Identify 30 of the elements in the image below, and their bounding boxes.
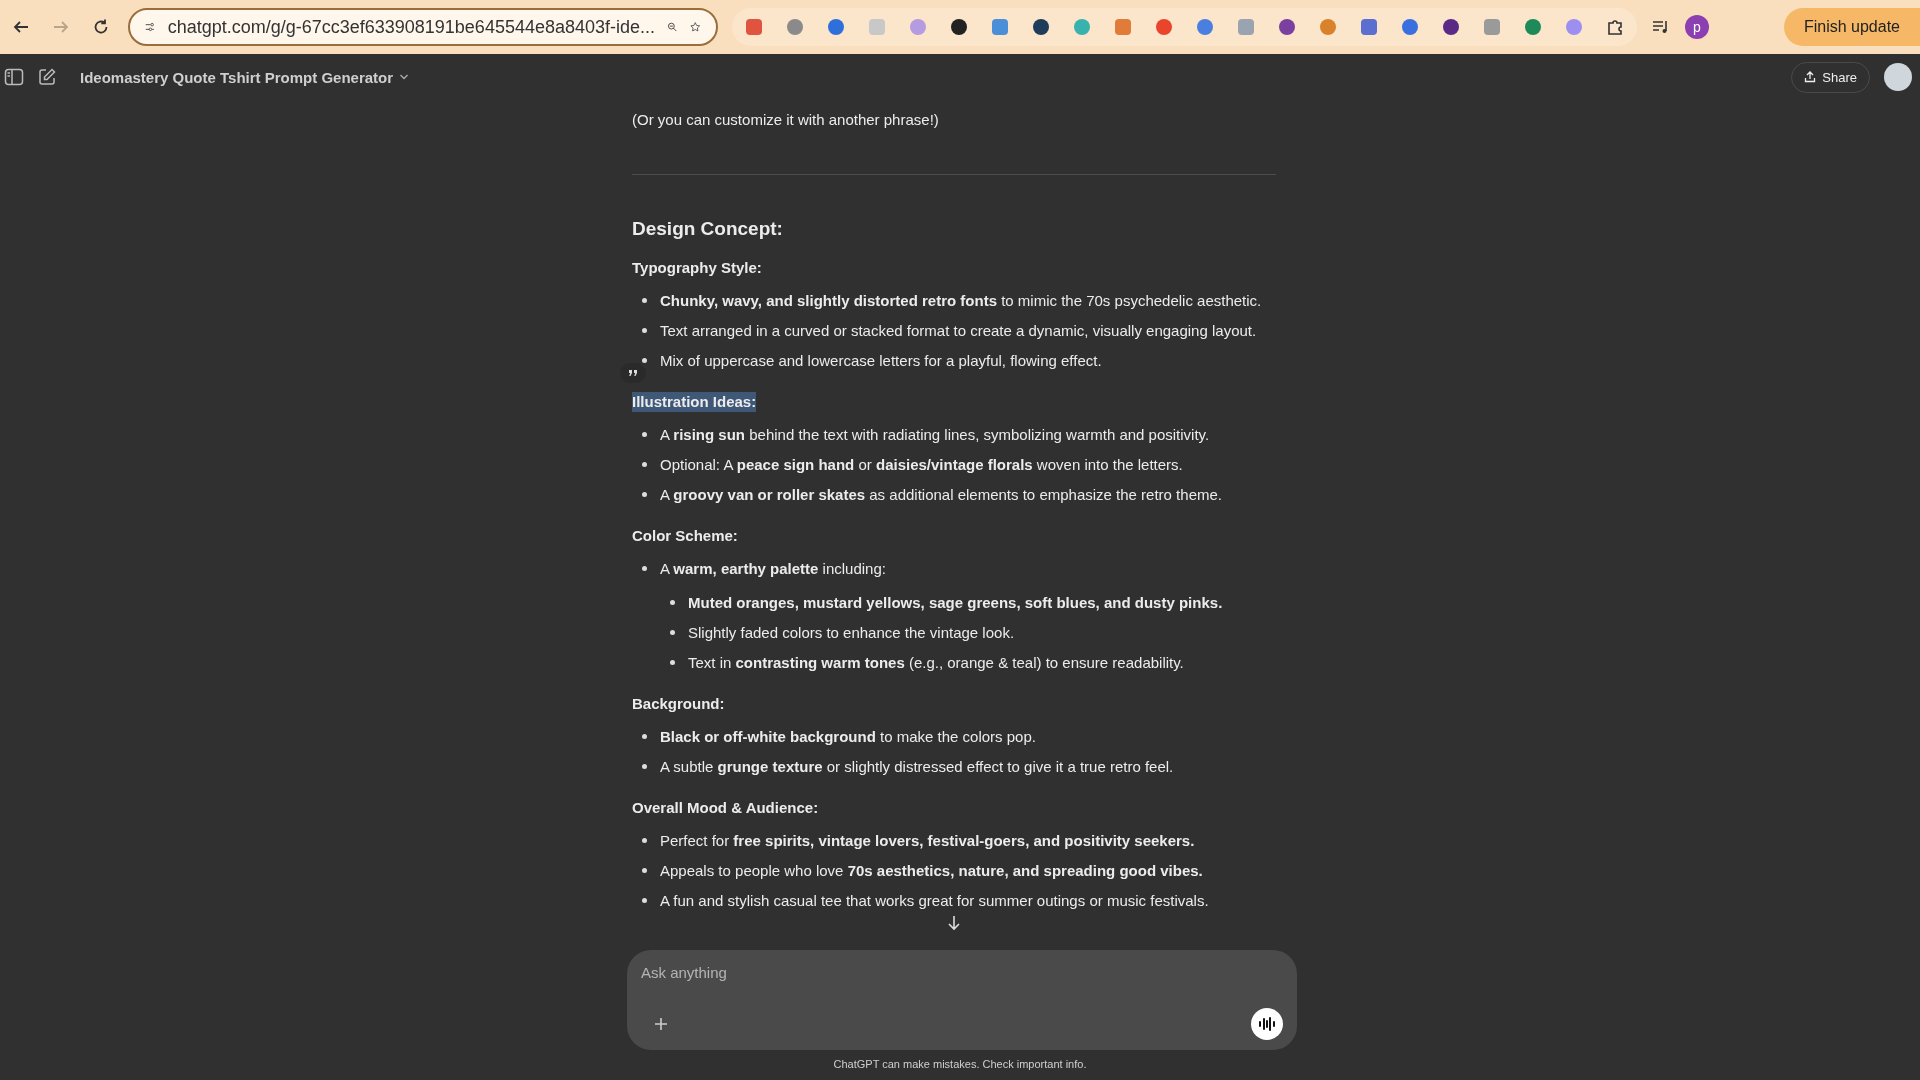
bullet-text: Mix of uppercase and lowercase letters for a playful, flowing effect.: [660, 351, 1102, 369]
subsection-title: Overall Mood & Audience:: [632, 798, 819, 818]
message-text: (Or you can customize it with another phrase!): [632, 110, 940, 130]
bullet-text: Chunky, wavy, and slightly distorted retro fonts to mimic the 70s psychedelic aesthetic.: [660, 291, 1262, 309]
bullet-text: A warm, earthy palette including:: [660, 559, 886, 577]
profile-avatar[interactable]: p: [1685, 15, 1709, 39]
bullet-text: Muted oranges, mustard yellows, sage greens, soft blues, and dusty pinks.: [688, 593, 1223, 611]
bullet-text: A groovy van or roller skates as additional elements to emphasize the retro theme.: [660, 485, 1222, 503]
url-text: chatgpt.com/g/g-67cc3ef633908191be645544e8a8403f-ide...: [167, 16, 656, 38]
bullet-text: Black or off-white background to make the colors pop.: [660, 727, 1036, 745]
prompt-input[interactable]: Ask anything: [641, 964, 1283, 981]
subsection-title: Background:: [632, 694, 725, 714]
section-heading: Design Concept:: [632, 217, 784, 241]
subsection-title: Typography Style:: [632, 258, 762, 278]
bullet-text: A rising sun behind the text with radiating lines, symbolizing warmth and positivity.: [660, 425, 1210, 443]
bullet-text: Appeals to people who love 70s aesthetics, nature, and spreading good vibes.: [660, 861, 1203, 879]
subsection-title: Illustration Ideas:: [632, 392, 757, 412]
bullet-text: A subtle grunge texture or slightly distressed effect to give it a true retro feel.: [660, 757, 1174, 775]
bullet-text: Text in contrasting warm tones (e.g., orange & teal) to ensure readability.: [688, 653, 1184, 671]
subsection-title: Color Scheme:: [632, 526, 738, 546]
bullet-text: Slightly faded colors to enhance the vintage look.: [688, 623, 1015, 641]
address-bar[interactable]: chatgpt.com/g/g-67cc3ef633908191be645544e8a8403f-ide...: [128, 8, 718, 46]
disclaimer-text: ChatGPT can make mistakes. Check important info.: [832, 1057, 1088, 1072]
bullet-text: A fun and stylish casual tee that works great for summer outings or music festivals.: [660, 891, 1209, 909]
bullet-text: Optional: A peace sign hand or daisies/vintage florals woven into the letters.: [660, 455, 1183, 473]
bullet-text: Perfect for free spirits, vintage lovers, festival-goers, and positivity seekers.: [660, 831, 1195, 849]
share-button[interactable]: Share: [1791, 61, 1870, 93]
bullet-text: Text arranged in a curved or stacked format to create a dynamic, visually engaging layout.: [660, 321, 1257, 339]
gpt-title-dropdown[interactable]: Ideomastery Quote Tshirt Prompt Generator: [70, 68, 410, 86]
update-button[interactable]: Finish update: [1783, 8, 1920, 46]
